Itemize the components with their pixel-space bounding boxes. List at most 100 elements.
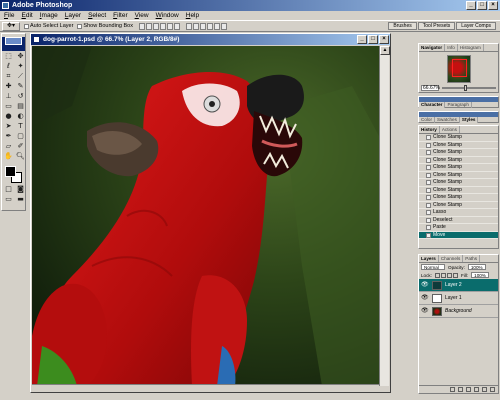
tab-navigator[interactable]: Navigator [419, 44, 446, 51]
lasso-tool-icon[interactable]: ℓ [3, 62, 14, 71]
tab-histogram[interactable]: Histogram [458, 44, 484, 51]
close-button[interactable]: × [488, 1, 498, 10]
marquee-tool-icon[interactable]: ⬚ [3, 52, 14, 61]
tab-info[interactable]: Info [445, 44, 458, 51]
delete-layer-icon[interactable] [490, 387, 495, 392]
tab-actions[interactable]: Actions [440, 126, 460, 133]
history-item[interactable]: Lasso [419, 209, 498, 217]
opacity-field[interactable]: 100% [467, 264, 486, 270]
history-item[interactable]: Clone Stamp [419, 157, 498, 164]
history-item[interactable]: Clone Stamp [419, 187, 498, 194]
distribute-left-icon[interactable] [206, 22, 213, 30]
lock-transparency-icon[interactable] [434, 272, 440, 278]
hand-tool-icon[interactable]: ✋ [3, 152, 14, 161]
tab-swatches[interactable]: Swatches [435, 117, 460, 123]
tab-layers[interactable]: Layers [419, 255, 439, 262]
menu-view[interactable]: View [135, 11, 149, 20]
distribute-top-icon[interactable] [185, 22, 192, 30]
doc-close-button[interactable]: × [379, 35, 389, 44]
quick-mask-icon[interactable]: ◙ [15, 185, 26, 194]
align-right-icon[interactable] [173, 22, 180, 30]
align-bottom-icon[interactable] [152, 22, 159, 30]
lock-position-icon[interactable] [446, 272, 452, 278]
brush-tool-icon[interactable]: ✎ [15, 82, 26, 91]
distribute-right-icon[interactable] [220, 22, 227, 30]
foreground-color-swatch[interactable] [5, 166, 16, 177]
palette-well-tool-presets[interactable]: Tool Presets [417, 22, 456, 30]
shape-tool-icon[interactable]: ▢ [15, 132, 26, 141]
history-item[interactable]: Clone Stamp [419, 202, 498, 209]
notes-tool-icon[interactable]: ▱ [3, 142, 14, 151]
tab-color[interactable]: Color [419, 117, 435, 123]
tab-paragraph[interactable]: Paragraph [445, 102, 472, 108]
eye-icon[interactable]: 👁︎ [421, 282, 429, 289]
vertical-scrollbar[interactable]: ▲ [379, 46, 390, 386]
image-canvas[interactable] [32, 46, 379, 386]
zoom-tool-icon[interactable]: 🔍︎ [15, 152, 26, 161]
history-brush-tool-icon[interactable]: ↺ [15, 92, 26, 101]
history-item[interactable]: Move [419, 231, 498, 239]
fill-field[interactable]: 100% [471, 272, 489, 278]
navigator-zoom-field[interactable]: 66.67% [421, 85, 440, 91]
auto-select-layer-checkbox[interactable]: Auto Select Layer [24, 23, 73, 29]
history-item[interactable]: Clone Stamp [419, 142, 498, 149]
tab-paths[interactable]: Paths [463, 255, 480, 262]
align-top-icon[interactable] [138, 22, 145, 30]
tab-character[interactable]: Character [419, 102, 446, 108]
distribute-bottom-icon[interactable] [199, 22, 206, 30]
navigator-view-box[interactable] [451, 59, 467, 77]
align-hcenter-icon[interactable] [166, 22, 173, 30]
palette-well-brushes[interactable]: Brushes [388, 22, 417, 30]
doc-minimize-button[interactable]: _ [357, 35, 367, 44]
healing-brush-tool-icon[interactable]: ✚ [3, 82, 14, 91]
crop-tool-icon[interactable]: ⌗ [3, 72, 14, 81]
menu-filter[interactable]: Filter [113, 11, 127, 20]
history-item[interactable]: Clone Stamp [419, 164, 498, 172]
scroll-up-arrow[interactable]: ▲ [380, 46, 390, 55]
show-bounding-box-checkbox[interactable]: Show Bounding Box [77, 23, 133, 29]
layer-row-background[interactable]: 👁︎ Background [419, 305, 498, 318]
move-tool-icon[interactable]: ✥▾ [2, 21, 20, 31]
layer-row-layer-1[interactable]: 👁︎ Layer 1 [419, 292, 498, 305]
path-selection-tool-icon[interactable]: ➤ [3, 122, 14, 131]
doc-maximize-button[interactable]: □ [368, 35, 378, 44]
align-left-icon[interactable] [159, 22, 166, 30]
new-set-icon[interactable] [466, 387, 471, 392]
eraser-tool-icon[interactable]: ▭ [3, 102, 14, 111]
clone-stamp-tool-icon[interactable]: ⊥ [3, 92, 14, 101]
menu-edit[interactable]: Edit [22, 11, 33, 20]
pen-tool-icon[interactable]: ✒ [3, 132, 14, 141]
align-vcenter-icon[interactable] [145, 22, 152, 30]
blend-mode-select[interactable]: Normal [421, 264, 445, 270]
menu-layer[interactable]: Layer [65, 11, 81, 20]
standard-mode-icon[interactable]: □ [3, 185, 14, 194]
tab-history[interactable]: History [419, 126, 440, 133]
horizontal-scrollbar[interactable] [32, 384, 379, 391]
screen-mode-standard-icon[interactable]: ▭ [3, 195, 14, 204]
palette-well-layer-comps[interactable]: Layer Comps [456, 22, 496, 30]
dodge-tool-icon[interactable]: ◐ [15, 112, 26, 121]
slice-tool-icon[interactable]: ⟋ [15, 72, 26, 81]
move-tool-icon[interactable]: ✥ [15, 52, 26, 61]
new-layer-icon[interactable] [482, 387, 487, 392]
history-item[interactable]: Deselect [419, 217, 498, 224]
history-item[interactable]: Paste [419, 224, 498, 232]
history-item[interactable]: Clone Stamp [419, 179, 498, 187]
add-layer-style-icon[interactable] [450, 387, 455, 392]
new-adjustment-layer-icon[interactable] [474, 387, 479, 392]
tab-styles[interactable]: Styles [459, 117, 479, 123]
distribute-hcenter-icon[interactable] [213, 22, 220, 30]
menu-select[interactable]: Select [88, 11, 106, 20]
history-item[interactable]: Clone Stamp [419, 194, 498, 202]
history-item[interactable]: Clone Stamp [419, 149, 498, 157]
distribute-vcenter-icon[interactable] [192, 22, 199, 30]
gradient-tool-icon[interactable]: ▤ [15, 102, 26, 111]
lock-all-icon[interactable] [452, 272, 458, 278]
eye-icon[interactable]: 👁︎ [421, 295, 429, 302]
menu-image[interactable]: Image [40, 11, 58, 20]
type-tool-icon[interactable]: T [15, 122, 26, 131]
magic-wand-tool-icon[interactable]: ✦ [15, 62, 26, 71]
history-item[interactable]: Clone Stamp [419, 172, 498, 179]
navigator-zoom-slider[interactable] [442, 85, 496, 91]
add-mask-icon[interactable] [458, 387, 463, 392]
